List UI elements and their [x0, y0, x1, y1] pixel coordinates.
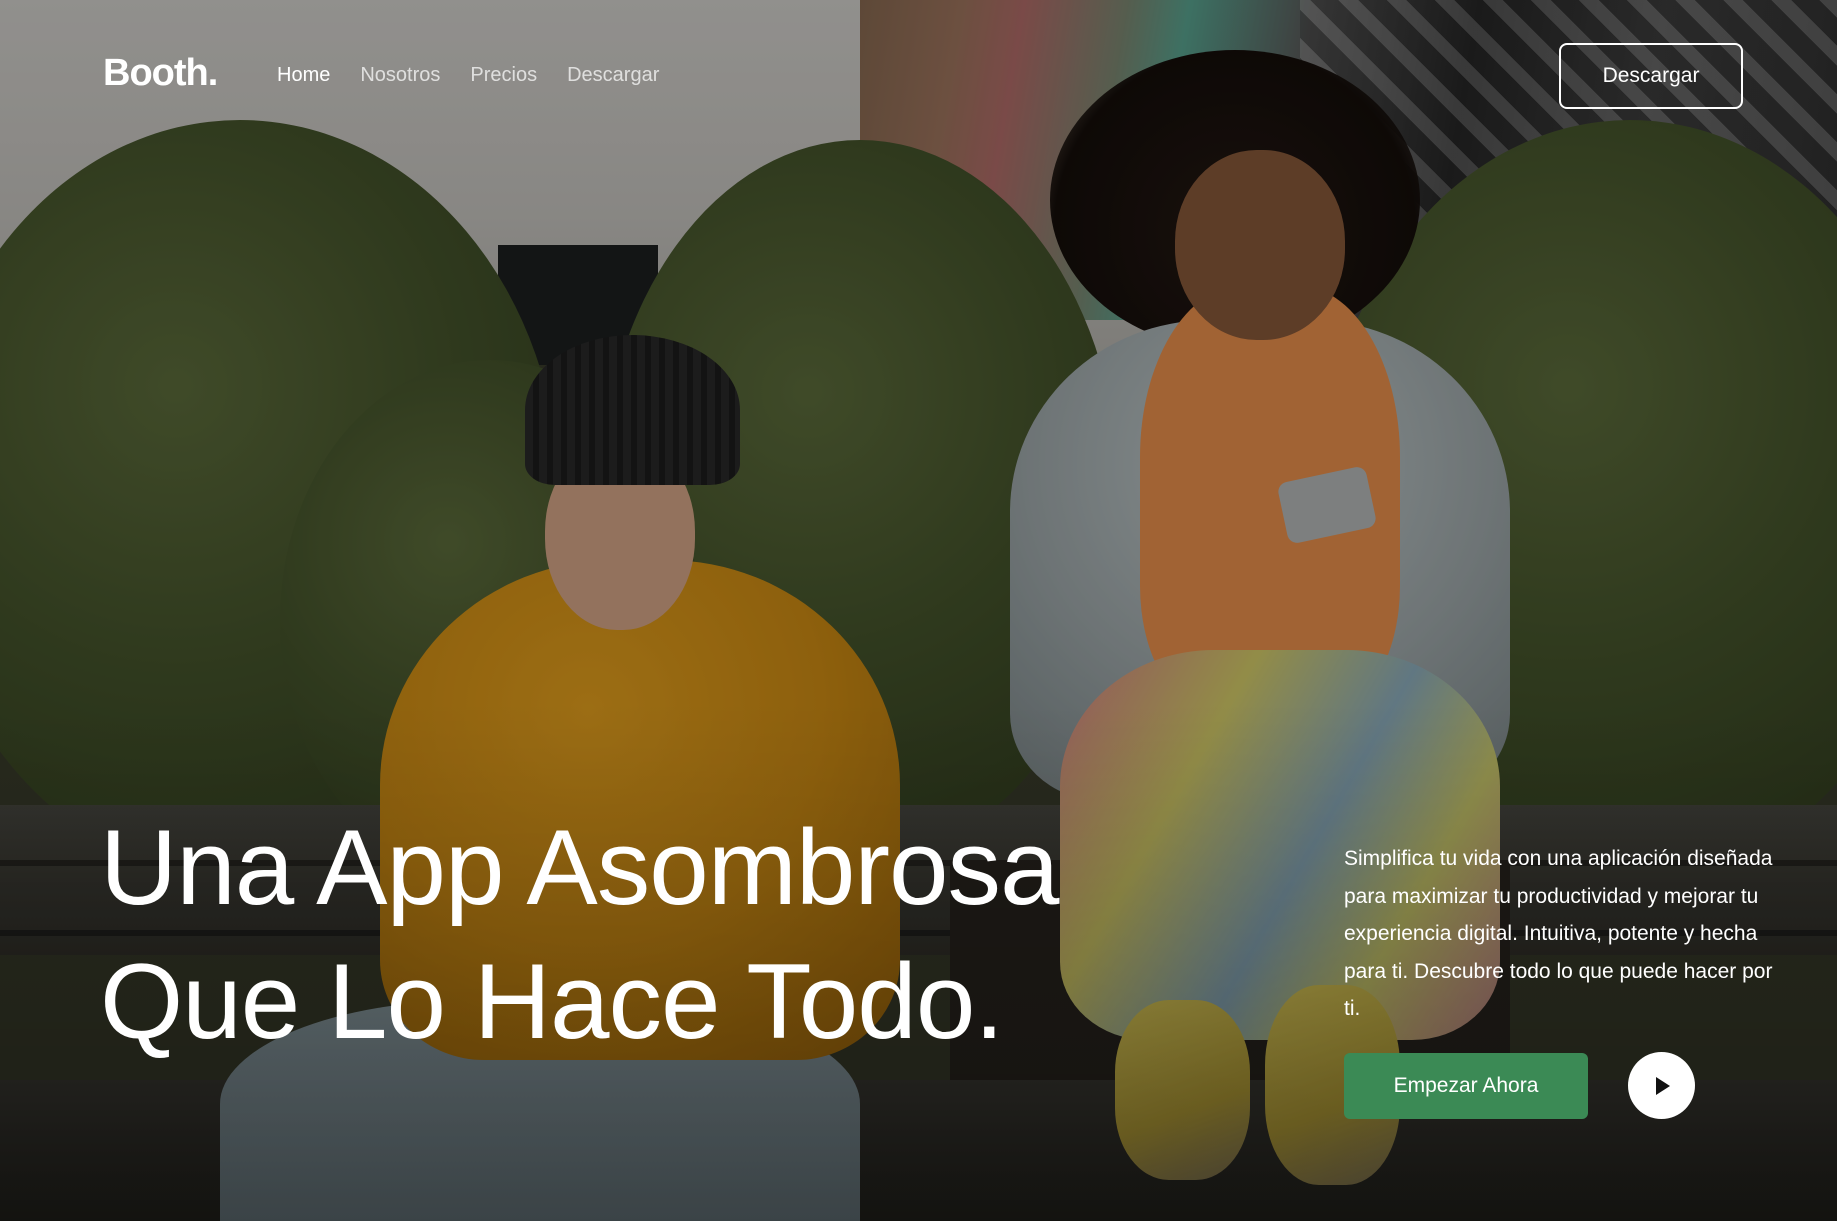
hero-headline-line1: Una App Asombrosa — [100, 807, 1059, 927]
play-video-button[interactable] — [1628, 1052, 1695, 1119]
start-now-button[interactable]: Empezar Ahora — [1344, 1052, 1588, 1119]
download-button[interactable]: Descargar — [1559, 43, 1743, 109]
hero-headline-line2: Que Lo Hace Todo. — [100, 941, 1004, 1061]
top-navigation: Booth. Home Nosotros Precios Descargar D… — [0, 0, 1837, 152]
nav-link-descargar[interactable]: Descargar — [567, 64, 659, 87]
nav-link-nosotros[interactable]: Nosotros — [360, 64, 440, 87]
nav-link-precios[interactable]: Precios — [470, 64, 537, 87]
hero-side-panel: Simplifica tu vida con una aplicación di… — [1344, 840, 1789, 1028]
nav-link-home[interactable]: Home — [277, 64, 330, 87]
hero-actions: Empezar Ahora — [1344, 1052, 1695, 1119]
nav-links: Home Nosotros Precios Descargar — [277, 64, 659, 87]
hero-description: Simplifica tu vida con una aplicación di… — [1344, 847, 1773, 1020]
logo[interactable]: Booth. — [103, 52, 218, 95]
hero-headline: Una App Asombrosa Que Lo Hace Todo. — [100, 800, 1059, 1068]
hero-section: Booth. Home Nosotros Precios Descargar D… — [0, 0, 1837, 1221]
play-icon — [1655, 1076, 1670, 1095]
